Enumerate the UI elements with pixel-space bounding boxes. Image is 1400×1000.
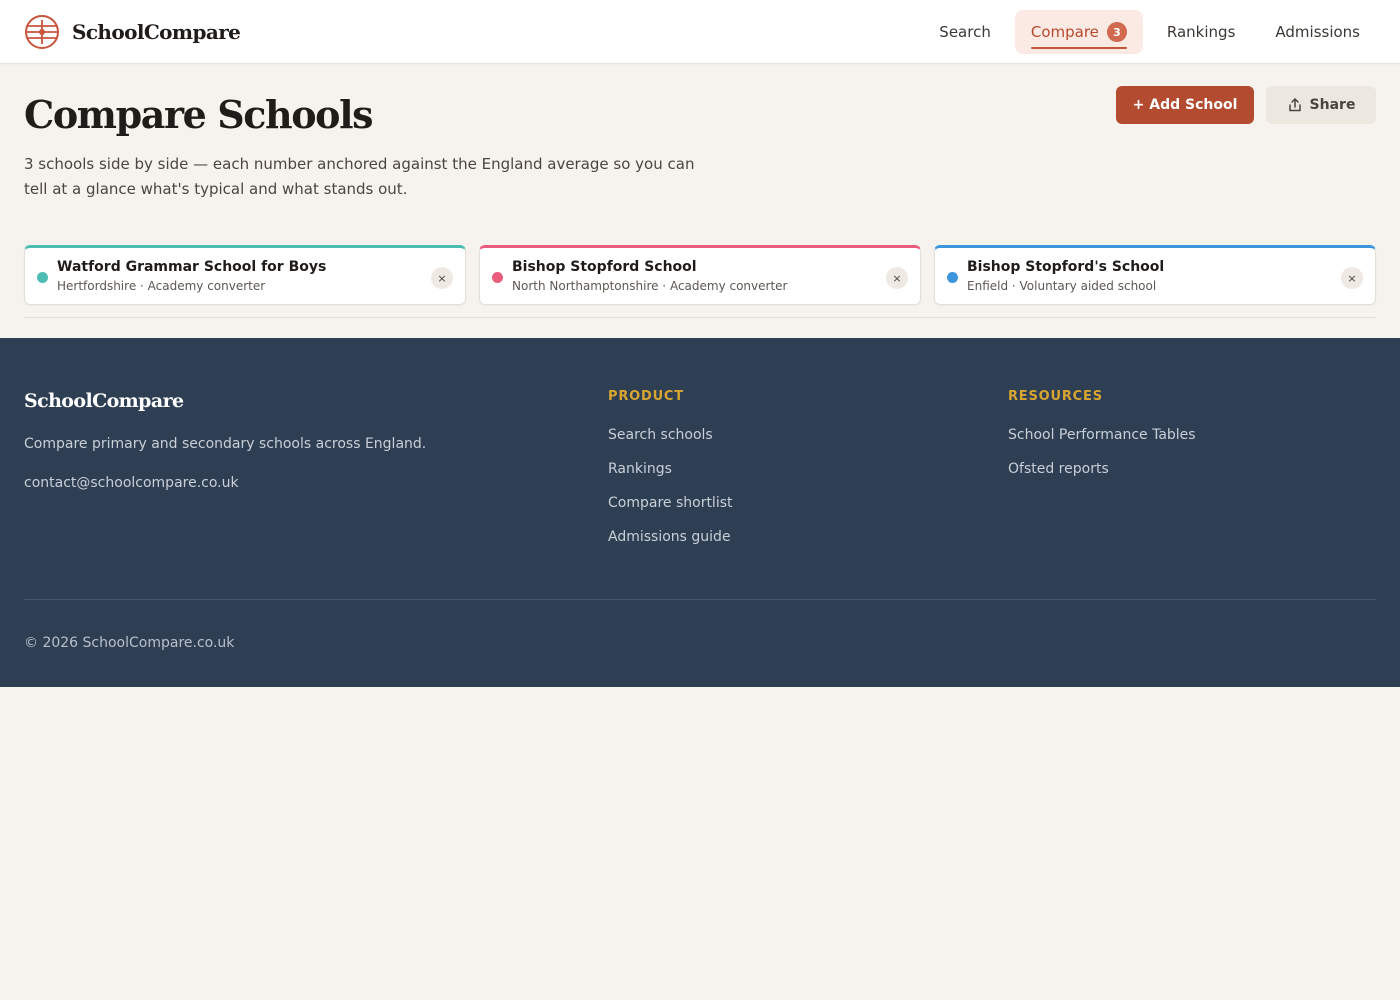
footer-resources-column: RESOURCES School Performance Tables Ofst… <box>1008 389 1196 495</box>
brand-name: SchoolCompare <box>72 20 241 44</box>
footer-link-rankings[interactable]: Rankings <box>608 461 733 495</box>
school-color-dot <box>492 272 503 283</box>
footer-product-heading: PRODUCT <box>608 389 684 404</box>
nav-admissions[interactable]: Admissions <box>1255 10 1380 54</box>
footer-copyright: © 2026 SchoolCompare.co.uk <box>24 635 235 651</box>
top-navigation-bar: SchoolCompare Search Compare 3 Rankings … <box>0 0 1400 64</box>
add-school-button[interactable]: + Add School <box>1116 86 1254 124</box>
school-color-dot <box>947 272 958 283</box>
nav-search[interactable]: Search <box>919 10 1011 54</box>
footer-resources-links: School Performance Tables Ofsted reports <box>1008 427 1196 495</box>
footer-description: Compare primary and secondary schools ac… <box>24 436 427 452</box>
footer-link-ofsted-reports[interactable]: Ofsted reports <box>1008 461 1196 495</box>
nav-compare-label: Compare <box>1030 23 1099 41</box>
main-nav: Search Compare 3 Rankings Admissions <box>919 10 1380 54</box>
footer-product-links: Search schools Rankings Compare shortlis… <box>608 427 733 563</box>
page-subtitle: 3 schools side by side — each number anc… <box>24 155 695 198</box>
school-color-dot <box>37 272 48 283</box>
footer-contact-email-link[interactable]: contact@schoolcompare.co.uk <box>24 475 239 491</box>
remove-school-close-icon[interactable]: × <box>431 267 453 289</box>
nav-rankings-label: Rankings <box>1166 23 1236 41</box>
footer-product-column: PRODUCT Search schools Rankings Compare … <box>608 389 733 563</box>
footer-divider <box>24 599 1376 600</box>
school-card: Watford Grammar School for Boys Hertford… <box>24 245 466 305</box>
remove-school-close-icon[interactable]: × <box>886 267 908 289</box>
school-card: Bishop Stopford's School Enfield · Volun… <box>934 245 1376 305</box>
remove-school-close-icon[interactable]: × <box>1341 267 1363 289</box>
section-divider <box>24 317 1376 318</box>
add-school-button-label: + Add School <box>1132 97 1238 113</box>
school-meta: Enfield · Voluntary aided school <box>967 279 1157 293</box>
school-compass-logo-icon <box>25 15 59 49</box>
brand[interactable]: SchoolCompare <box>24 14 241 50</box>
school-card: Bishop Stopford School North Northampton… <box>479 245 921 305</box>
footer: SchoolCompare Compare primary and second… <box>0 338 1400 687</box>
school-meta: Hertfordshire · Academy converter <box>57 279 266 293</box>
school-name: Bishop Stopford School <box>512 259 697 275</box>
footer-resources-heading: RESOURCES <box>1008 389 1103 404</box>
share-button[interactable]: Share <box>1266 86 1376 124</box>
footer-brand[interactable]: SchoolCompare <box>24 390 184 412</box>
school-name: Bishop Stopford's School <box>967 259 1165 275</box>
compare-count-badge: 3 <box>1106 22 1127 42</box>
nav-compare[interactable]: Compare 3 <box>1014 10 1143 54</box>
nav-rankings[interactable]: Rankings <box>1147 10 1256 54</box>
page-title: Compare Schools <box>24 92 374 137</box>
footer-link-search-schools[interactable]: Search schools <box>608 427 733 461</box>
share-icon <box>1288 98 1301 112</box>
footer-link-performance-tables[interactable]: School Performance Tables <box>1008 427 1196 461</box>
footer-link-compare-shortlist[interactable]: Compare shortlist <box>608 495 733 529</box>
share-button-label: Share <box>1309 97 1356 113</box>
school-meta: North Northamptonshire · Academy convert… <box>512 279 788 293</box>
footer-link-admissions-guide[interactable]: Admissions guide <box>608 529 733 563</box>
nav-search-label: Search <box>939 23 991 41</box>
school-name: Watford Grammar School for Boys <box>57 259 327 275</box>
nav-admissions-label: Admissions <box>1275 23 1360 41</box>
